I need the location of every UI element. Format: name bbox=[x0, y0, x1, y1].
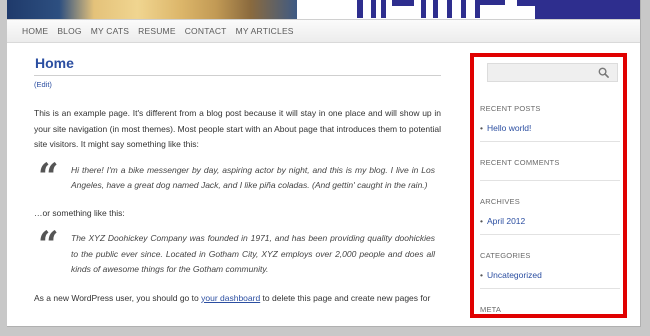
dashboard-link[interactable]: your dashboard bbox=[201, 293, 260, 303]
nav-item-my-cats[interactable]: MY CATS bbox=[91, 26, 129, 36]
divider bbox=[34, 75, 441, 76]
recent-posts-heading: RECENT POSTS bbox=[480, 104, 541, 113]
categories-heading: CATEGORIES bbox=[480, 251, 531, 260]
browser-page: HOME BLOG MY CATS RESUME CONTACT MY ARTI… bbox=[7, 0, 641, 327]
archives-heading: ARCHIVES bbox=[480, 197, 520, 206]
header-lettering bbox=[357, 0, 535, 20]
category-link[interactable]: • Uncategorized bbox=[480, 270, 542, 280]
page-content: Home (Edit) This is an example page. It'… bbox=[34, 55, 441, 306]
sidebar-highlight: RECENT POSTS • Hello world! RECENT COMMEN… bbox=[470, 53, 627, 318]
archive-link[interactable]: • April 2012 bbox=[480, 216, 525, 226]
quote-text: The XYZ Doohickey Company was founded in… bbox=[71, 233, 435, 274]
nav-item-resume[interactable]: RESUME bbox=[138, 26, 176, 36]
nav-item-contact[interactable]: CONTACT bbox=[185, 26, 227, 36]
search-icon[interactable] bbox=[598, 67, 609, 78]
recent-comments-heading: RECENT COMMENTS bbox=[480, 158, 560, 167]
meta-heading: META bbox=[480, 305, 502, 314]
outro-paragraph: As a new WordPress user, you should go t… bbox=[34, 292, 431, 303]
nav-item-my-articles[interactable]: MY ARTICLES bbox=[236, 26, 294, 36]
page-title: Home bbox=[35, 55, 74, 71]
search-box bbox=[487, 63, 618, 82]
quote-icon: “ bbox=[38, 224, 59, 266]
search-input[interactable] bbox=[488, 64, 592, 81]
header-image bbox=[7, 0, 297, 20]
blockquote: “ Hi there! I'm a bike messenger by day,… bbox=[34, 157, 441, 197]
header-banner bbox=[7, 0, 640, 20]
main-navigation: HOME BLOG MY CATS RESUME CONTACT MY ARTI… bbox=[7, 20, 640, 43]
intro-paragraph: This is an example page. It's different … bbox=[34, 108, 441, 149]
edit-link[interactable]: (Edit) bbox=[34, 80, 441, 89]
quote-icon: “ bbox=[38, 155, 59, 198]
or-paragraph: …or something like this: bbox=[34, 207, 125, 218]
nav-item-blog[interactable]: BLOG bbox=[57, 26, 81, 36]
nav-item-home[interactable]: HOME bbox=[22, 26, 48, 36]
recent-post-link[interactable]: • Hello world! bbox=[480, 123, 531, 133]
quote-text: Hi there! I'm a bike messenger by day, a… bbox=[71, 164, 435, 191]
blockquote: “ The XYZ Doohickey Company was founded … bbox=[34, 225, 441, 278]
